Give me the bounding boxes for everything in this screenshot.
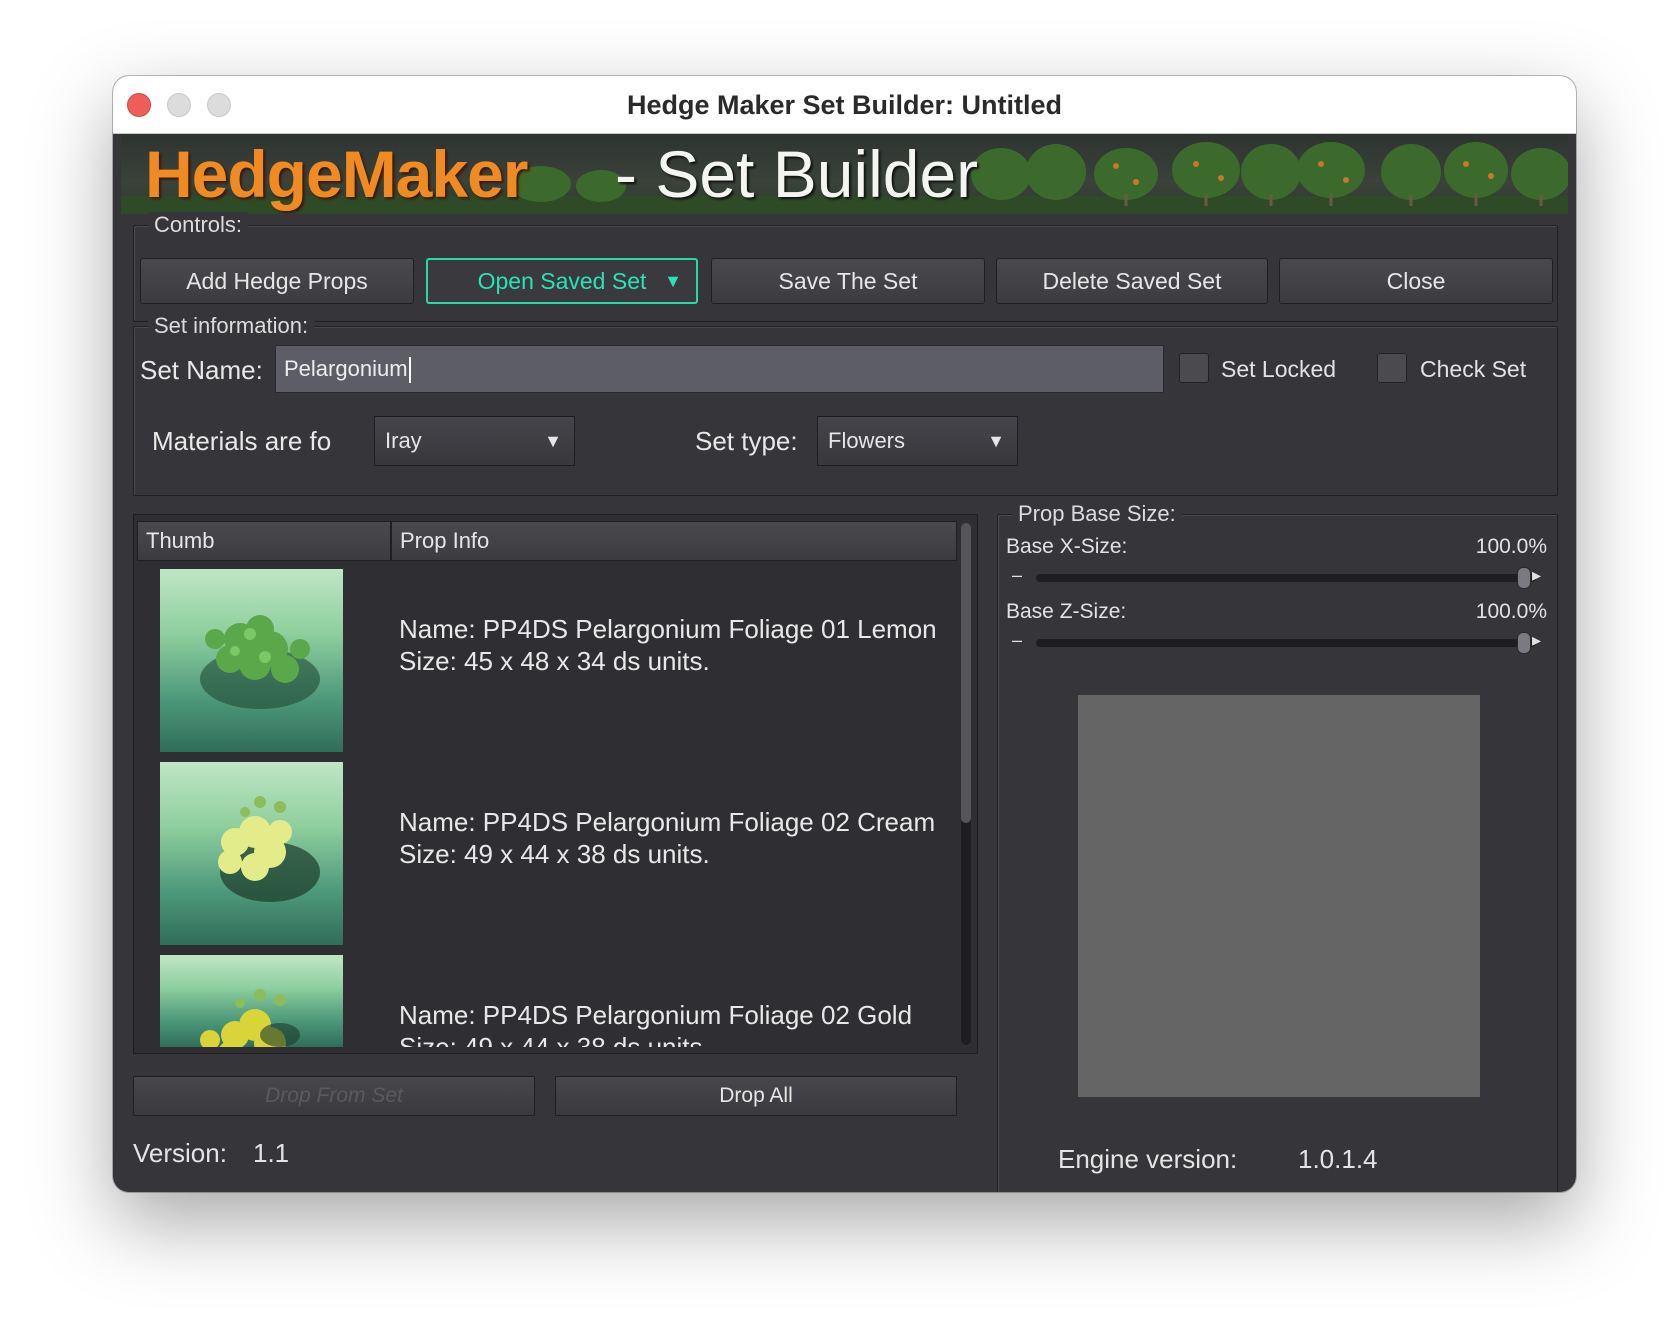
set-name-label: Set Name: bbox=[140, 355, 263, 385]
base-z-size-slider[interactable] bbox=[1036, 639, 1536, 647]
list-scrollbar[interactable] bbox=[961, 523, 971, 1045]
engine-version-label: Engine version: bbox=[1058, 1144, 1238, 1174]
materials-dropdown[interactable]: Iray ▼ bbox=[374, 416, 575, 466]
column-header-thumb[interactable]: Thumb bbox=[137, 521, 391, 561]
foliage-image bbox=[218, 796, 320, 902]
column-header-prop-info[interactable]: Prop Info bbox=[391, 521, 957, 561]
title-bar: Hedge Maker Set Builder: Untitled bbox=[113, 76, 1576, 134]
base-x-size-slider[interactable] bbox=[1036, 574, 1536, 582]
set-name-field[interactable]: Pelargonium bbox=[275, 345, 1164, 393]
slider-end-icon: ▸ bbox=[1532, 630, 1542, 650]
base-x-size-value: 100.0% bbox=[1475, 535, 1547, 558]
set-locked-checkbox[interactable] bbox=[1179, 353, 1209, 383]
text-cursor bbox=[408, 357, 411, 384]
materials-value: Iray bbox=[385, 428, 422, 453]
chevron-down-icon: ▼ bbox=[987, 431, 1005, 451]
app-window: Hedge Maker Set Builder: Untitled HedgeM… bbox=[113, 76, 1576, 1192]
prop-size: Size: 49 x 44 x 38 ds units. bbox=[399, 1032, 710, 1047]
dropdown-arrow-icon: ▼ bbox=[664, 271, 682, 291]
version-value: 1.1 bbox=[253, 1138, 290, 1168]
prop-size: Size: 49 x 44 x 38 ds units. bbox=[399, 839, 710, 869]
set-type-dropdown[interactable]: Flowers ▼ bbox=[817, 416, 1018, 466]
prop-base-size-group: Prop Base Size: Base X-Size: 100.0% – ▸ … bbox=[997, 501, 1558, 1192]
set-information-group: Set information: Set Name: Pelargonium S… bbox=[133, 313, 1558, 496]
set-type-label: Set type: bbox=[695, 426, 798, 456]
prop-info: Name: PP4DS Pelargonium Foliage 02 Gold … bbox=[399, 999, 912, 1047]
window-title: Hedge Maker Set Builder: Untitled bbox=[626, 90, 1063, 120]
foliage-image bbox=[200, 989, 300, 1047]
version-label: Version: bbox=[133, 1138, 227, 1168]
minus-icon: – bbox=[1012, 565, 1023, 585]
prop-thumbnail bbox=[160, 569, 343, 752]
delete-saved-set-button[interactable]: Delete Saved Set bbox=[996, 258, 1268, 304]
prop-thumbnail bbox=[160, 762, 343, 945]
slider-end-icon: ▸ bbox=[1532, 565, 1542, 585]
list-item[interactable]: Name: PP4DS Pelargonium Foliage 02 Gold … bbox=[134, 947, 954, 1047]
prop-thumbnail bbox=[160, 955, 343, 1047]
base-z-size-value: 100.0% bbox=[1475, 600, 1547, 623]
base-x-size-label: Base X-Size: bbox=[1006, 535, 1128, 558]
foliage-image bbox=[200, 615, 320, 709]
save-set-button[interactable]: Save The Set bbox=[711, 258, 985, 304]
controls-group: Controls: Add Hedge Props Open Saved Set… bbox=[133, 212, 1558, 322]
controls-group-label: Controls: bbox=[148, 212, 249, 238]
materials-label: Materials are fo bbox=[152, 426, 332, 456]
base-z-size-slider-knob[interactable] bbox=[1517, 632, 1531, 654]
base-x-size-slider-knob[interactable] bbox=[1517, 567, 1531, 589]
minus-icon: – bbox=[1012, 630, 1023, 650]
add-hedge-props-button[interactable]: Add Hedge Props bbox=[140, 258, 414, 304]
open-saved-set-button[interactable]: Open Saved Set ▼ bbox=[426, 258, 698, 304]
prop-base-size-label: Prop Base Size: bbox=[1012, 501, 1182, 527]
base-z-size-label: Base Z-Size: bbox=[1006, 600, 1127, 623]
set-name-value: Pelargonium bbox=[284, 356, 408, 381]
list-item[interactable]: Name: PP4DS Pelargonium Foliage 02 Cream… bbox=[134, 754, 954, 947]
check-set-label: Check Set bbox=[1420, 356, 1527, 382]
prop-info: Name: PP4DS Pelargonium Foliage 02 Cream… bbox=[399, 806, 935, 870]
drop-all-button[interactable]: Drop All bbox=[555, 1076, 957, 1116]
set-locked-label: Set Locked bbox=[1221, 356, 1337, 382]
prop-name: Name: PP4DS Pelargonium Foliage 02 Cream bbox=[399, 807, 936, 837]
drop-from-set-button[interactable]: Drop From Set bbox=[133, 1076, 535, 1116]
prop-name: Name: PP4DS Pelargonium Foliage 01 Lemon bbox=[399, 614, 937, 644]
prop-list[interactable]: Thumb Prop Info Name: PP4DS Pelargonium … bbox=[133, 514, 978, 1054]
banner-subtitle: - Set Builder bbox=[615, 137, 979, 211]
list-item[interactable]: Name: PP4DS Pelargonium Foliage 01 Lemon… bbox=[134, 561, 954, 754]
engine-version-value: 1.0.1.4 bbox=[1298, 1144, 1378, 1174]
set-type-value: Flowers bbox=[828, 428, 906, 453]
scrollbar-thumb[interactable] bbox=[961, 523, 971, 823]
set-info-group-label: Set information: bbox=[148, 313, 315, 339]
app-banner: HedgeMaker - Set Builder bbox=[121, 134, 1568, 214]
open-saved-set-label: Open Saved Set bbox=[477, 268, 647, 294]
prop-info: Name: PP4DS Pelargonium Foliage 01 Lemon… bbox=[399, 613, 937, 677]
prop-preview-area bbox=[1078, 695, 1480, 1097]
prop-size: Size: 45 x 48 x 34 ds units. bbox=[399, 646, 710, 676]
close-button[interactable]: Close bbox=[1279, 258, 1553, 304]
chevron-down-icon: ▼ bbox=[544, 431, 562, 451]
check-set-checkbox[interactable] bbox=[1377, 353, 1407, 383]
brand-logo-text: HedgeMaker bbox=[145, 137, 528, 211]
prop-name: Name: PP4DS Pelargonium Foliage 02 Gold bbox=[399, 1000, 913, 1030]
